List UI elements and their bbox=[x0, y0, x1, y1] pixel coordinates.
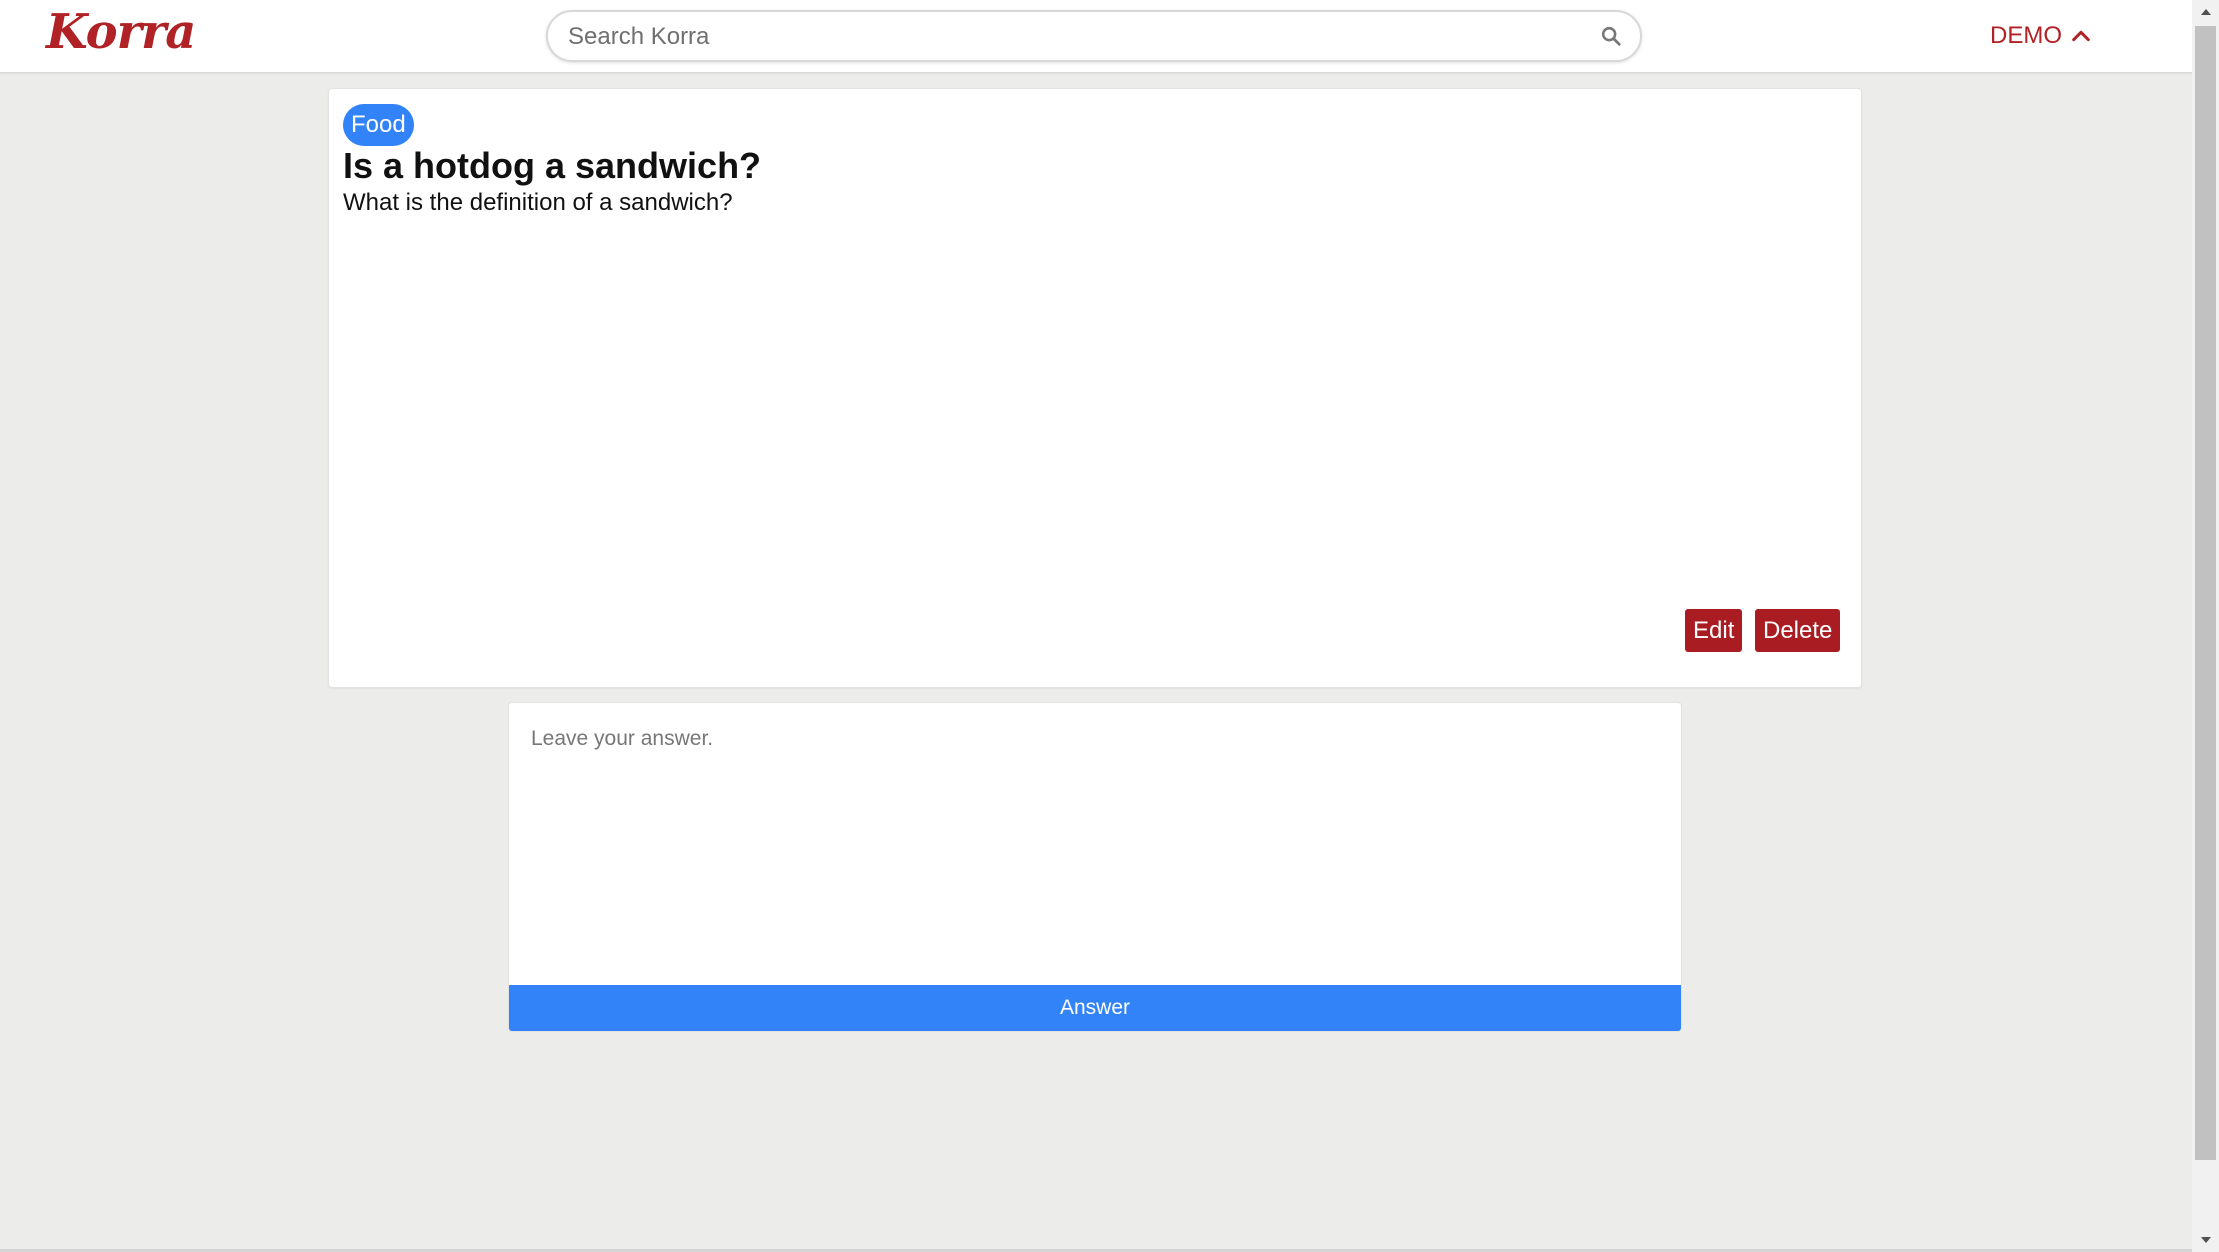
arrow-down-icon bbox=[2200, 1237, 2211, 1243]
chevron-up-icon bbox=[2072, 30, 2090, 42]
search-bar[interactable] bbox=[546, 10, 1642, 62]
edit-button[interactable]: Edit bbox=[1685, 609, 1743, 652]
top-nav-bar: Korra DEMO bbox=[0, 0, 2192, 73]
delete-button[interactable]: Delete bbox=[1755, 609, 1841, 652]
vertical-scrollbar[interactable] bbox=[2192, 0, 2219, 1252]
korra-logo[interactable]: Korra bbox=[46, 4, 196, 60]
answer-submit-button[interactable]: Answer bbox=[509, 985, 1681, 1031]
question-body: What is the definition of a sandwich? bbox=[343, 189, 733, 216]
arrow-up-icon bbox=[2200, 9, 2211, 15]
user-menu-button[interactable]: DEMO bbox=[1990, 22, 2092, 50]
question-title: Is a hotdog a sandwich? bbox=[343, 145, 762, 186]
search-input[interactable] bbox=[566, 12, 1570, 62]
answer-textarea[interactable] bbox=[509, 703, 1681, 985]
scroll-down-button[interactable] bbox=[2192, 1228, 2219, 1252]
search-icon[interactable] bbox=[1600, 25, 1622, 47]
topic-badge[interactable]: Food bbox=[343, 104, 414, 146]
answer-form: Answer bbox=[508, 702, 1682, 1032]
user-menu-label: DEMO bbox=[1990, 22, 2062, 49]
scrollbar-thumb[interactable] bbox=[2195, 26, 2216, 1160]
question-card: Food Is a hotdog a sandwich? What is the… bbox=[328, 88, 1862, 688]
scroll-up-button[interactable] bbox=[2192, 0, 2219, 24]
